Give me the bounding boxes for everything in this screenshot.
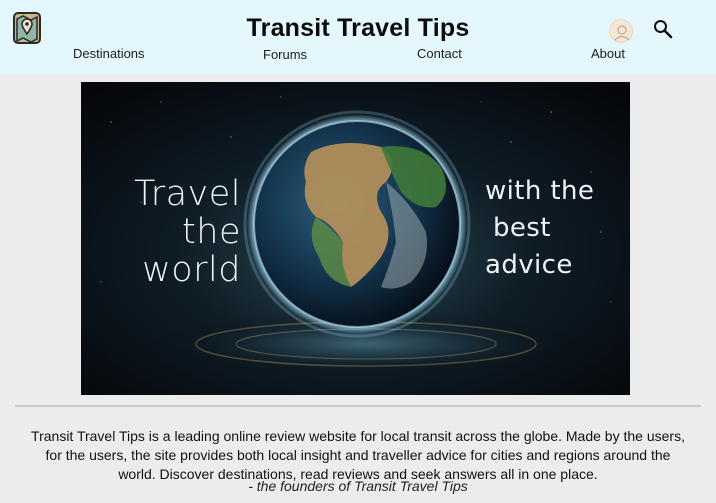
section-divider [15,405,701,407]
hero-headline-right: with the best advice [485,173,594,284]
hero-right-line: with the [485,176,595,206]
nav-contact[interactable]: Contact [417,46,462,61]
nav-destinations[interactable]: Destinations [73,46,145,61]
site-description: Transit Travel Tips is a leading online … [31,428,685,482]
hero-banner: Travel the world with the best advice [81,82,630,395]
hero-left-line: the [182,212,241,252]
nav-forums[interactable]: Forums [263,47,307,62]
search-icon[interactable] [653,19,673,39]
hero-right-line: advice [485,250,573,280]
nav-about[interactable]: About [591,46,625,61]
founders-signature: - the founders of Transit Travel Tips [248,478,468,494]
hero-right-line: best [493,213,551,243]
hero-left-line: Travel [133,174,241,214]
site-header: Transit Travel Tips Destinations Forums … [0,0,716,74]
user-avatar-icon[interactable] [609,19,633,43]
hero-left-line: world [142,250,241,290]
hero-headline-left: Travel the world [134,175,241,289]
